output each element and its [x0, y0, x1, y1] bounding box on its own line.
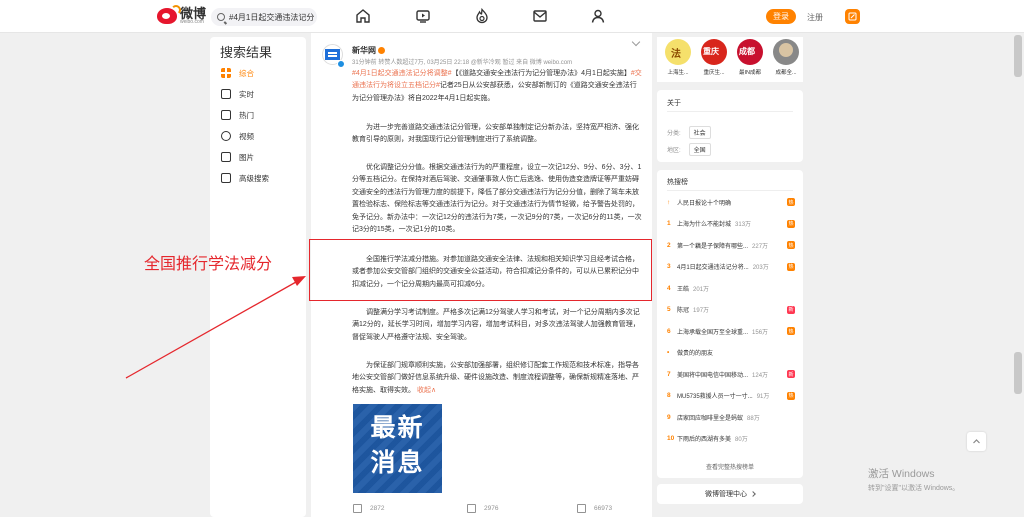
hot-search-rank: 3 [667, 263, 671, 270]
back-to-top-button[interactable] [967, 432, 986, 451]
chevron-right-icon [750, 491, 756, 497]
hot-search-heat: 156万 [752, 329, 769, 336]
related-account-name[interactable]: 重庆生... [697, 68, 731, 76]
hot-search-rank: 1 [667, 220, 671, 227]
hot-search-rank: 9 [667, 413, 671, 421]
annotation-arrow-icon [125, 276, 306, 379]
related-account-avatar[interactable]: 法 [665, 39, 691, 65]
hot-search-card: 热搜榜 ↑ 人民日报论十个明确热 1 上海为什么不能封城 313万热 2 第一个藕是子保障有… [657, 170, 803, 478]
avatar-text: 法 [671, 49, 681, 60]
hot-search-badge: 热 [787, 262, 795, 271]
related-account-avatar[interactable] [773, 39, 799, 65]
watermark-line1: 激活 Windows [868, 468, 935, 480]
hot-search-text: 第一个藕是子保障有哪些... [677, 243, 749, 250]
avatar-text: 重庆 [703, 47, 719, 56]
hot-search-text: 上海为什么不能封城 [677, 222, 732, 228]
hot-search-text: 店家回应咖啡里全是蚂蚁 [677, 415, 744, 422]
avatar-text: 成都 [739, 47, 755, 56]
hot-search-heat: 91万 [756, 394, 770, 400]
related-accounts-row: 法 重庆 成都 上海生... 重庆生... 最IN成都 成都全... [657, 37, 803, 82]
hot-search-heat: 313万 [735, 222, 752, 228]
hot-search-badge: 热 [787, 241, 795, 249]
hot-search-rank: • [667, 349, 670, 356]
hot-search-text: 陈冠 [677, 308, 690, 314]
hot-search-heat: 197万 [693, 308, 710, 314]
hot-search-text: 人民日报论十个明确 [677, 200, 732, 207]
category-tag[interactable]: 社会 [688, 126, 711, 139]
windows-activation-watermark: 激活 Windows 转到"设置"以激活 Windows。 [868, 466, 959, 493]
hot-search-title: 热搜榜 [667, 179, 688, 186]
hot-search-heat: 124万 [752, 372, 769, 379]
related-account-name[interactable]: 成都全... [769, 68, 803, 76]
hot-search-item[interactable]: 5 陈冠 197万 新 [667, 304, 795, 316]
hot-search-badge: 热 [787, 327, 795, 335]
hot-search-heat: 227万 [752, 243, 769, 250]
hot-search-text: 4月1日起交通违法记分将... [677, 265, 749, 271]
hot-search-item[interactable]: 10 下雨后的西湖有多美 80万 [667, 433, 795, 445]
hot-search-item[interactable]: 3 4月1日起交通违法记分将... 203万 热 [667, 261, 795, 273]
hot-search-text: 下雨后的西湖有多美 [677, 437, 732, 443]
hot-search-rank: 7 [667, 370, 671, 378]
hot-search-text: 王皓 [677, 286, 690, 293]
hot-search-badge: 热 [787, 219, 795, 228]
hot-search-heat: 88万 [747, 415, 760, 422]
hot-search-rank: ↑ [667, 198, 671, 206]
hot-search-rank: 8 [667, 392, 671, 399]
hot-search-rank: 6 [667, 327, 671, 335]
hot-search-text: 做贵的的朋友 [677, 351, 714, 357]
related-account-name[interactable]: 最IN成都 [733, 68, 767, 76]
hot-search-text: 上海承载全国万至全球重... [677, 329, 749, 336]
view-full-hot-list-link[interactable]: 查看完整热搜榜单 [657, 462, 803, 471]
hot-search-rank: 2 [667, 241, 671, 249]
hot-search-heat: 80万 [735, 437, 748, 443]
hot-search-badge: 新 [787, 370, 795, 378]
related-account-avatar[interactable]: 重庆 [701, 39, 727, 65]
about-title: 关于 [667, 100, 681, 107]
region-tag[interactable]: 全国 [688, 143, 711, 156]
hot-search-item[interactable]: 7 美国将中国电信中国移动... 124万 新 [667, 368, 795, 380]
hot-search-badge: 热 [787, 198, 795, 206]
hot-search-item[interactable]: 1 上海为什么不能封城 313万 热 [667, 218, 795, 230]
hot-search-item[interactable]: 6 上海承载全国万至全球重... 156万 热 [667, 325, 795, 337]
category-label: 分类: [667, 131, 681, 137]
hot-search-item[interactable]: 4 王皓 201万 [667, 282, 795, 294]
hot-search-item[interactable]: • 做贵的的朋友 [667, 347, 795, 359]
related-account-name[interactable]: 上海生... [661, 68, 695, 76]
related-account-avatar[interactable]: 成都 [737, 39, 763, 65]
hot-search-item[interactable]: 8 MU5735救援人员一寸一寸... 91万 热 [667, 390, 795, 402]
hot-search-heat: 203万 [752, 265, 769, 271]
watermark-line2: 转到"设置"以激活 Windows。 [868, 485, 960, 492]
hot-search-text: 美国将中国电信中国移动... [677, 372, 749, 379]
hot-search-item[interactable]: ↑ 人民日报论十个明确 热 [667, 196, 795, 208]
hot-search-rank: 10 [667, 435, 675, 442]
hot-search-heat: 201万 [693, 286, 710, 293]
hot-search-badge: 热 [787, 391, 795, 400]
about-card: 关于 分类: 社会 地区: 全国 [657, 90, 803, 162]
region-row: 地区: 全国 [667, 143, 711, 156]
hot-search-item[interactable]: 9 店家回应咖啡里全是蚂蚁 88万 [667, 411, 795, 423]
hot-search-badge: 新 [787, 305, 795, 314]
arrow-up-icon [973, 439, 980, 444]
region-label: 地区: [667, 148, 681, 154]
hot-search-item[interactable]: 2 第一个藕是子保障有哪些... 227万 热 [667, 239, 795, 251]
management-label: 微博管理中心 [705, 491, 747, 498]
hot-search-rank: 4 [667, 284, 671, 292]
weibo-management-link[interactable]: 微博管理中心 [657, 484, 803, 504]
category-row: 分类: 社会 [667, 126, 711, 139]
hot-search-rank: 5 [667, 306, 671, 313]
hot-search-text: MU5735救援人员一寸一寸... [677, 394, 753, 400]
